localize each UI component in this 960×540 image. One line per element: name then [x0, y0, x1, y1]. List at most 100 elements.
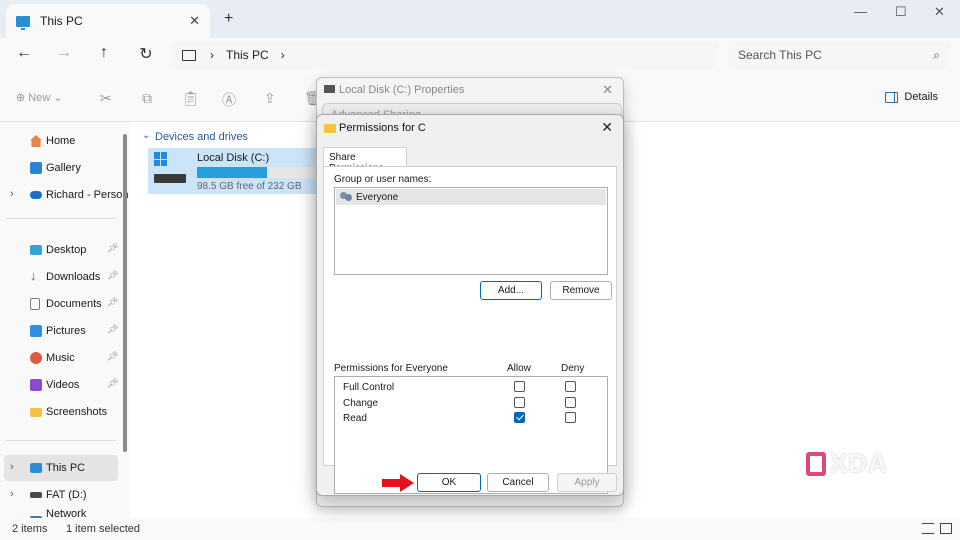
add-button[interactable]: Add... [480, 281, 542, 300]
paste-icon[interactable]: 📋︎ [182, 90, 200, 107]
breadcrumb-this-pc[interactable]: This PC [226, 48, 269, 62]
permission-row: Full Control [343, 379, 603, 395]
refresh-button[interactable]: ↻ [134, 44, 158, 64]
cancel-button[interactable]: Cancel [487, 473, 549, 492]
tab-this-pc[interactable]: This PC ✕ [6, 4, 210, 38]
sidebar-item-label: Music [46, 352, 75, 364]
permission-name: Change [343, 398, 379, 409]
sidebar-item-onedrive[interactable]: › Richard - Person [0, 182, 129, 208]
users-icon [340, 191, 354, 203]
permissions-dialog: Permissions for C ✕ Share Permissions Gr… [316, 114, 624, 496]
share-icon[interactable]: ⇪ [264, 90, 276, 107]
xda-logo-icon [806, 451, 826, 476]
chevron-right-icon[interactable]: › [10, 461, 14, 473]
sidebar-item-home[interactable]: Home [0, 128, 124, 154]
pictures-icon [30, 325, 42, 337]
forward-button[interactable]: → [52, 44, 76, 62]
sidebar-item-desktop[interactable]: Desktop 📌︎ [0, 237, 124, 263]
navigation-pane: Home Gallery › Richard - Person Desktop … [0, 122, 130, 518]
tiles-view-button[interactable] [940, 523, 952, 534]
pin-icon[interactable]: 📌︎ [107, 324, 118, 335]
sidebar-item-downloads[interactable]: ↓ Downloads 📌︎ [0, 264, 124, 290]
search-placeholder: Search This PC [738, 48, 822, 62]
details-pane-icon [885, 91, 899, 103]
pin-icon[interactable]: 📌︎ [107, 270, 118, 281]
sidebar-item-pictures[interactable]: Pictures 📌︎ [0, 318, 124, 344]
sidebar-item-screenshots[interactable]: Screenshots [0, 399, 124, 425]
rename-icon[interactable]: Ⓐ [222, 90, 236, 110]
sidebar-item-label: Documents [46, 298, 102, 310]
group-header[interactable]: Devices and drives [155, 131, 248, 143]
apply-button[interactable]: Apply [557, 473, 617, 492]
computer-icon [16, 15, 30, 30]
sidebar-item-label: Videos [46, 379, 80, 391]
maximize-button[interactable]: ☐ [895, 4, 907, 20]
breadcrumb-sep: › [210, 48, 214, 62]
ok-button[interactable]: OK [417, 473, 481, 492]
pin-icon[interactable]: 📌︎ [107, 351, 118, 362]
sidebar-item-label: Home [46, 135, 76, 147]
details-button[interactable]: Details [885, 91, 938, 103]
user-name: Everyone [356, 191, 399, 203]
drive-tile-c[interactable]: Local Disk (C:) 98.5 GB free of 232 GB [148, 148, 318, 194]
permission-name: Full Control [343, 382, 395, 393]
item-count: 2 items [12, 523, 48, 535]
chevron-right-icon[interactable]: › [10, 188, 14, 200]
drive-icon [154, 152, 186, 188]
watermark-text: XDA [830, 448, 888, 478]
download-icon: ↓ [30, 268, 37, 283]
pin-icon[interactable]: 📌︎ [107, 297, 118, 308]
sidebar-item-fat-d[interactable]: › FAT (D:) [0, 482, 124, 508]
remove-button[interactable]: Remove [550, 281, 612, 300]
permission-name: Read [343, 413, 367, 424]
pin-icon[interactable]: 📌︎ [107, 243, 118, 254]
up-button[interactable]: ↑ [92, 44, 116, 62]
copy-icon[interactable]: ⧉ [142, 90, 152, 107]
sidebar-item-documents[interactable]: Documents 📌︎ [0, 291, 124, 317]
sidebar-item-label: This PC [46, 462, 86, 474]
deny-checkbox[interactable] [565, 397, 576, 408]
user-list[interactable]: Everyone [334, 187, 608, 275]
list-item[interactable]: Everyone [336, 189, 606, 205]
address-bar[interactable]: › This PC › [172, 41, 718, 69]
selection-count: 1 item selected [66, 523, 140, 535]
search-icon: ⌕ [933, 47, 940, 62]
sidebar-item-this-pc[interactable]: › This PC [4, 455, 118, 481]
back-button[interactable]: ← [12, 44, 36, 62]
sidebar-item-network[interactable]: › Network [0, 509, 124, 518]
tab-close-button[interactable]: ✕ [189, 13, 200, 29]
sidebar-item-music[interactable]: Music 📌︎ [0, 345, 124, 371]
permission-row: Change [343, 395, 603, 411]
deny-checkbox[interactable] [565, 412, 576, 423]
tab-share-permissions[interactable]: Share Permissions [323, 147, 407, 174]
details-label: Details [904, 91, 938, 103]
red-arrow-annotation [382, 474, 414, 492]
sidebar-item-videos[interactable]: Videos 📌︎ [0, 372, 124, 398]
search-input[interactable]: Search This PC ⌕ [728, 41, 950, 69]
close-button[interactable]: ✕ [934, 4, 945, 20]
minimize-button[interactable]: — [854, 4, 867, 19]
status-bar: 2 items 1 item selected [0, 518, 960, 540]
allow-checkbox[interactable] [514, 412, 525, 423]
sidebar-item-label: Downloads [46, 271, 101, 283]
new-tab-button[interactable]: + [224, 10, 233, 28]
close-icon[interactable]: ✕ [602, 82, 613, 98]
gallery-icon [30, 162, 42, 174]
close-icon[interactable]: ✕ [601, 119, 613, 136]
details-view-button[interactable] [922, 523, 934, 534]
home-icon [30, 135, 42, 147]
sidebar-scrollbar[interactable] [123, 134, 127, 452]
sidebar-item-gallery[interactable]: Gallery [0, 155, 124, 181]
chevron-right-icon[interactable]: › [10, 488, 14, 500]
cut-icon[interactable]: ✂ [100, 90, 112, 107]
folder-icon [30, 408, 42, 417]
deny-checkbox[interactable] [565, 381, 576, 392]
pin-icon[interactable]: 📌︎ [107, 378, 118, 389]
permission-row: Read [343, 410, 603, 426]
new-button[interactable]: ⊕ New ⌄ [16, 91, 63, 104]
allow-checkbox[interactable] [514, 381, 525, 392]
allow-checkbox[interactable] [514, 397, 525, 408]
chevron-down-icon[interactable]: ⌄ [142, 130, 150, 141]
allow-header: Allow [507, 363, 531, 374]
divider [6, 218, 116, 219]
